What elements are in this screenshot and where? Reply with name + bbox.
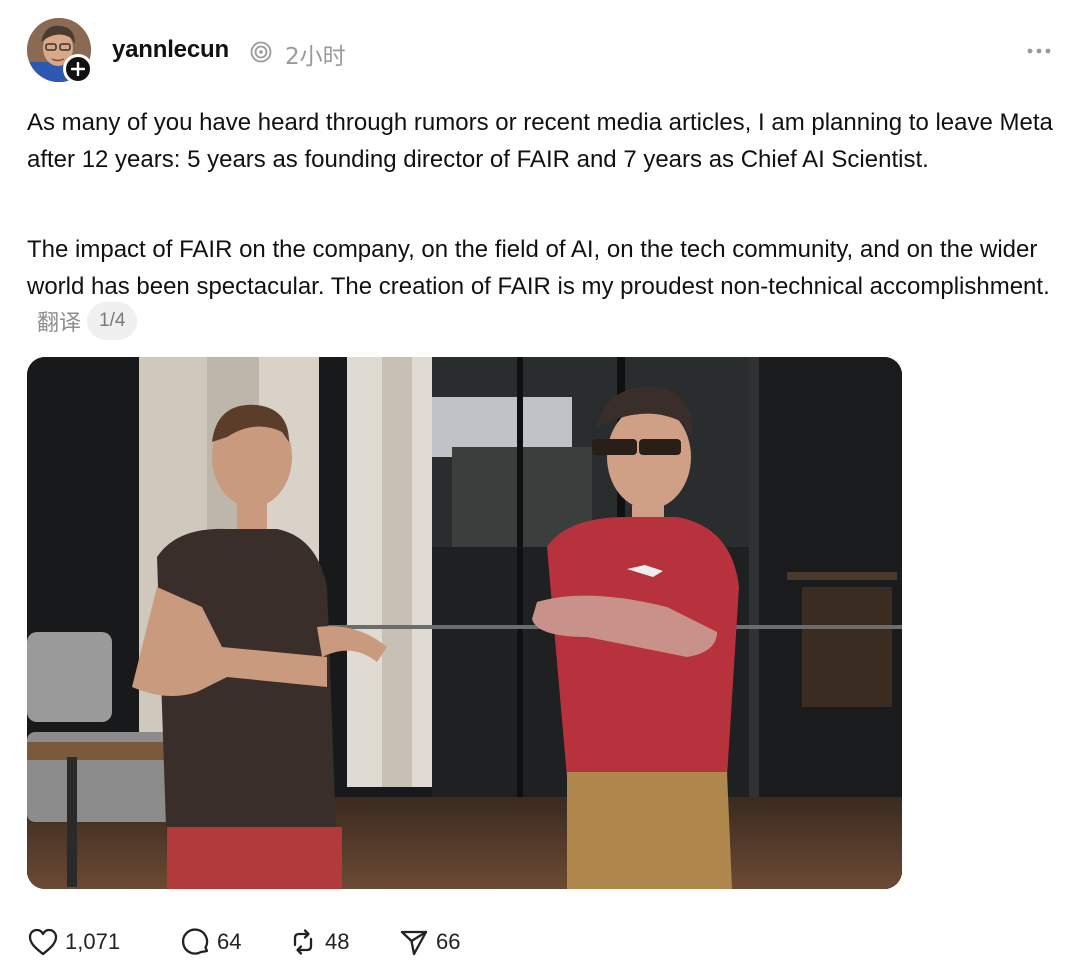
comment-icon	[181, 928, 209, 955]
repost-count: 48	[325, 929, 350, 954]
threads-icon	[250, 41, 272, 63]
share-count: 66	[436, 929, 461, 954]
share-button[interactable]: 66	[398, 924, 460, 960]
follow-button[interactable]	[63, 54, 93, 84]
repost-button[interactable]: 48	[287, 924, 349, 960]
more-button[interactable]	[1022, 34, 1056, 68]
send-icon	[400, 930, 428, 956]
post-paragraph-text: The impact of FAIR on the company, on th…	[27, 236, 1050, 300]
post-paragraph: The impact of FAIR on the company, on th…	[27, 232, 1057, 343]
more-icon	[1027, 48, 1051, 54]
author-username[interactable]: yannlecun	[112, 36, 229, 64]
image-pager-badge: 1/4	[87, 302, 138, 340]
post-timestamp: 2小时	[285, 44, 346, 70]
heart-icon	[28, 928, 58, 956]
like-button[interactable]: 1,071	[27, 924, 120, 960]
plus-icon	[71, 62, 85, 76]
post-image[interactable]	[27, 357, 902, 889]
reply-count: 64	[217, 929, 242, 954]
reply-button[interactable]: 64	[179, 924, 241, 960]
post-paragraph: As many of you have heard through rumors…	[27, 109, 1053, 173]
like-count: 1,071	[65, 929, 121, 954]
repost-icon	[293, 929, 313, 955]
thread-post: yannlecun 2小时 As many of you have heard …	[0, 0, 1080, 972]
translate-link[interactable]: 翻译	[37, 311, 81, 336]
